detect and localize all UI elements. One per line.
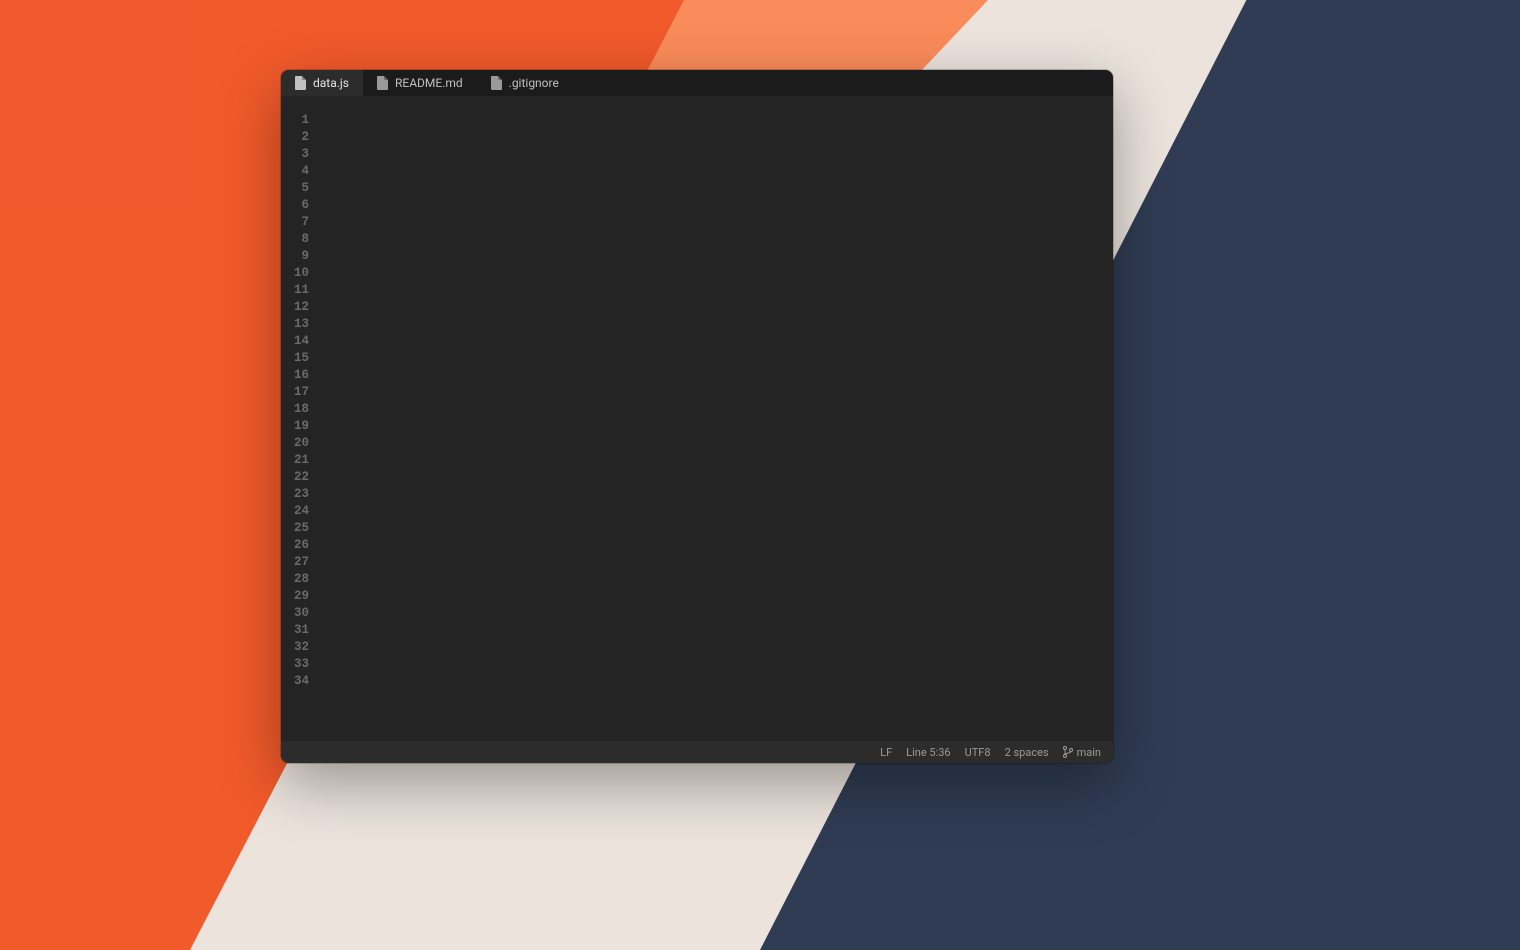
line-number: 19 (281, 418, 311, 435)
tab-readme-md[interactable]: README.md (363, 70, 477, 96)
line-number: 15 (281, 350, 311, 367)
line-number: 31 (281, 622, 311, 639)
line-number: 12 (281, 299, 311, 316)
tab-label: .gitignore (509, 76, 559, 90)
status-branch[interactable]: main (1063, 746, 1101, 759)
editor-window: data.js README.md .gitignore 12345678910… (281, 70, 1113, 763)
line-number: 20 (281, 435, 311, 452)
line-number: 27 (281, 554, 311, 571)
branch-name: main (1077, 746, 1101, 759)
file-icon (295, 76, 307, 90)
tab-bar: data.js README.md .gitignore (281, 70, 1113, 96)
line-number: 1 (281, 112, 311, 129)
status-cursor[interactable]: Line 5:36 (906, 746, 950, 759)
line-number: 11 (281, 282, 311, 299)
git-branch-icon (1063, 746, 1073, 758)
line-number: 13 (281, 316, 311, 333)
status-eol[interactable]: LF (880, 746, 892, 759)
line-number: 17 (281, 384, 311, 401)
code-area[interactable] (311, 96, 1113, 741)
line-number: 21 (281, 452, 311, 469)
line-number: 34 (281, 673, 311, 690)
line-number: 5 (281, 180, 311, 197)
line-number: 7 (281, 214, 311, 231)
line-number: 28 (281, 571, 311, 588)
line-number: 9 (281, 248, 311, 265)
line-number: 8 (281, 231, 311, 248)
file-icon (491, 76, 503, 90)
line-number: 16 (281, 367, 311, 384)
status-encoding[interactable]: UTF8 (965, 746, 991, 759)
line-number-gutter: 1234567891011121314151617181920212223242… (281, 96, 311, 741)
line-number: 2 (281, 129, 311, 146)
line-number: 33 (281, 656, 311, 673)
status-indent[interactable]: 2 spaces (1005, 746, 1049, 759)
line-number: 26 (281, 537, 311, 554)
tab-label: README.md (395, 76, 463, 90)
line-number: 6 (281, 197, 311, 214)
line-number: 32 (281, 639, 311, 656)
line-number: 18 (281, 401, 311, 418)
file-icon (377, 76, 389, 90)
tab-data-js[interactable]: data.js (281, 70, 363, 96)
line-number: 10 (281, 265, 311, 282)
line-number: 23 (281, 486, 311, 503)
status-bar: LF Line 5:36 UTF8 2 spaces main (281, 741, 1113, 763)
line-number: 3 (281, 146, 311, 163)
tab-gitignore[interactable]: .gitignore (477, 70, 573, 96)
line-number: 22 (281, 469, 311, 486)
line-number: 25 (281, 520, 311, 537)
line-number: 29 (281, 588, 311, 605)
line-number: 4 (281, 163, 311, 180)
line-number: 30 (281, 605, 311, 622)
line-number: 24 (281, 503, 311, 520)
editor-body: 1234567891011121314151617181920212223242… (281, 96, 1113, 741)
tab-label: data.js (313, 76, 349, 90)
line-number: 14 (281, 333, 311, 350)
